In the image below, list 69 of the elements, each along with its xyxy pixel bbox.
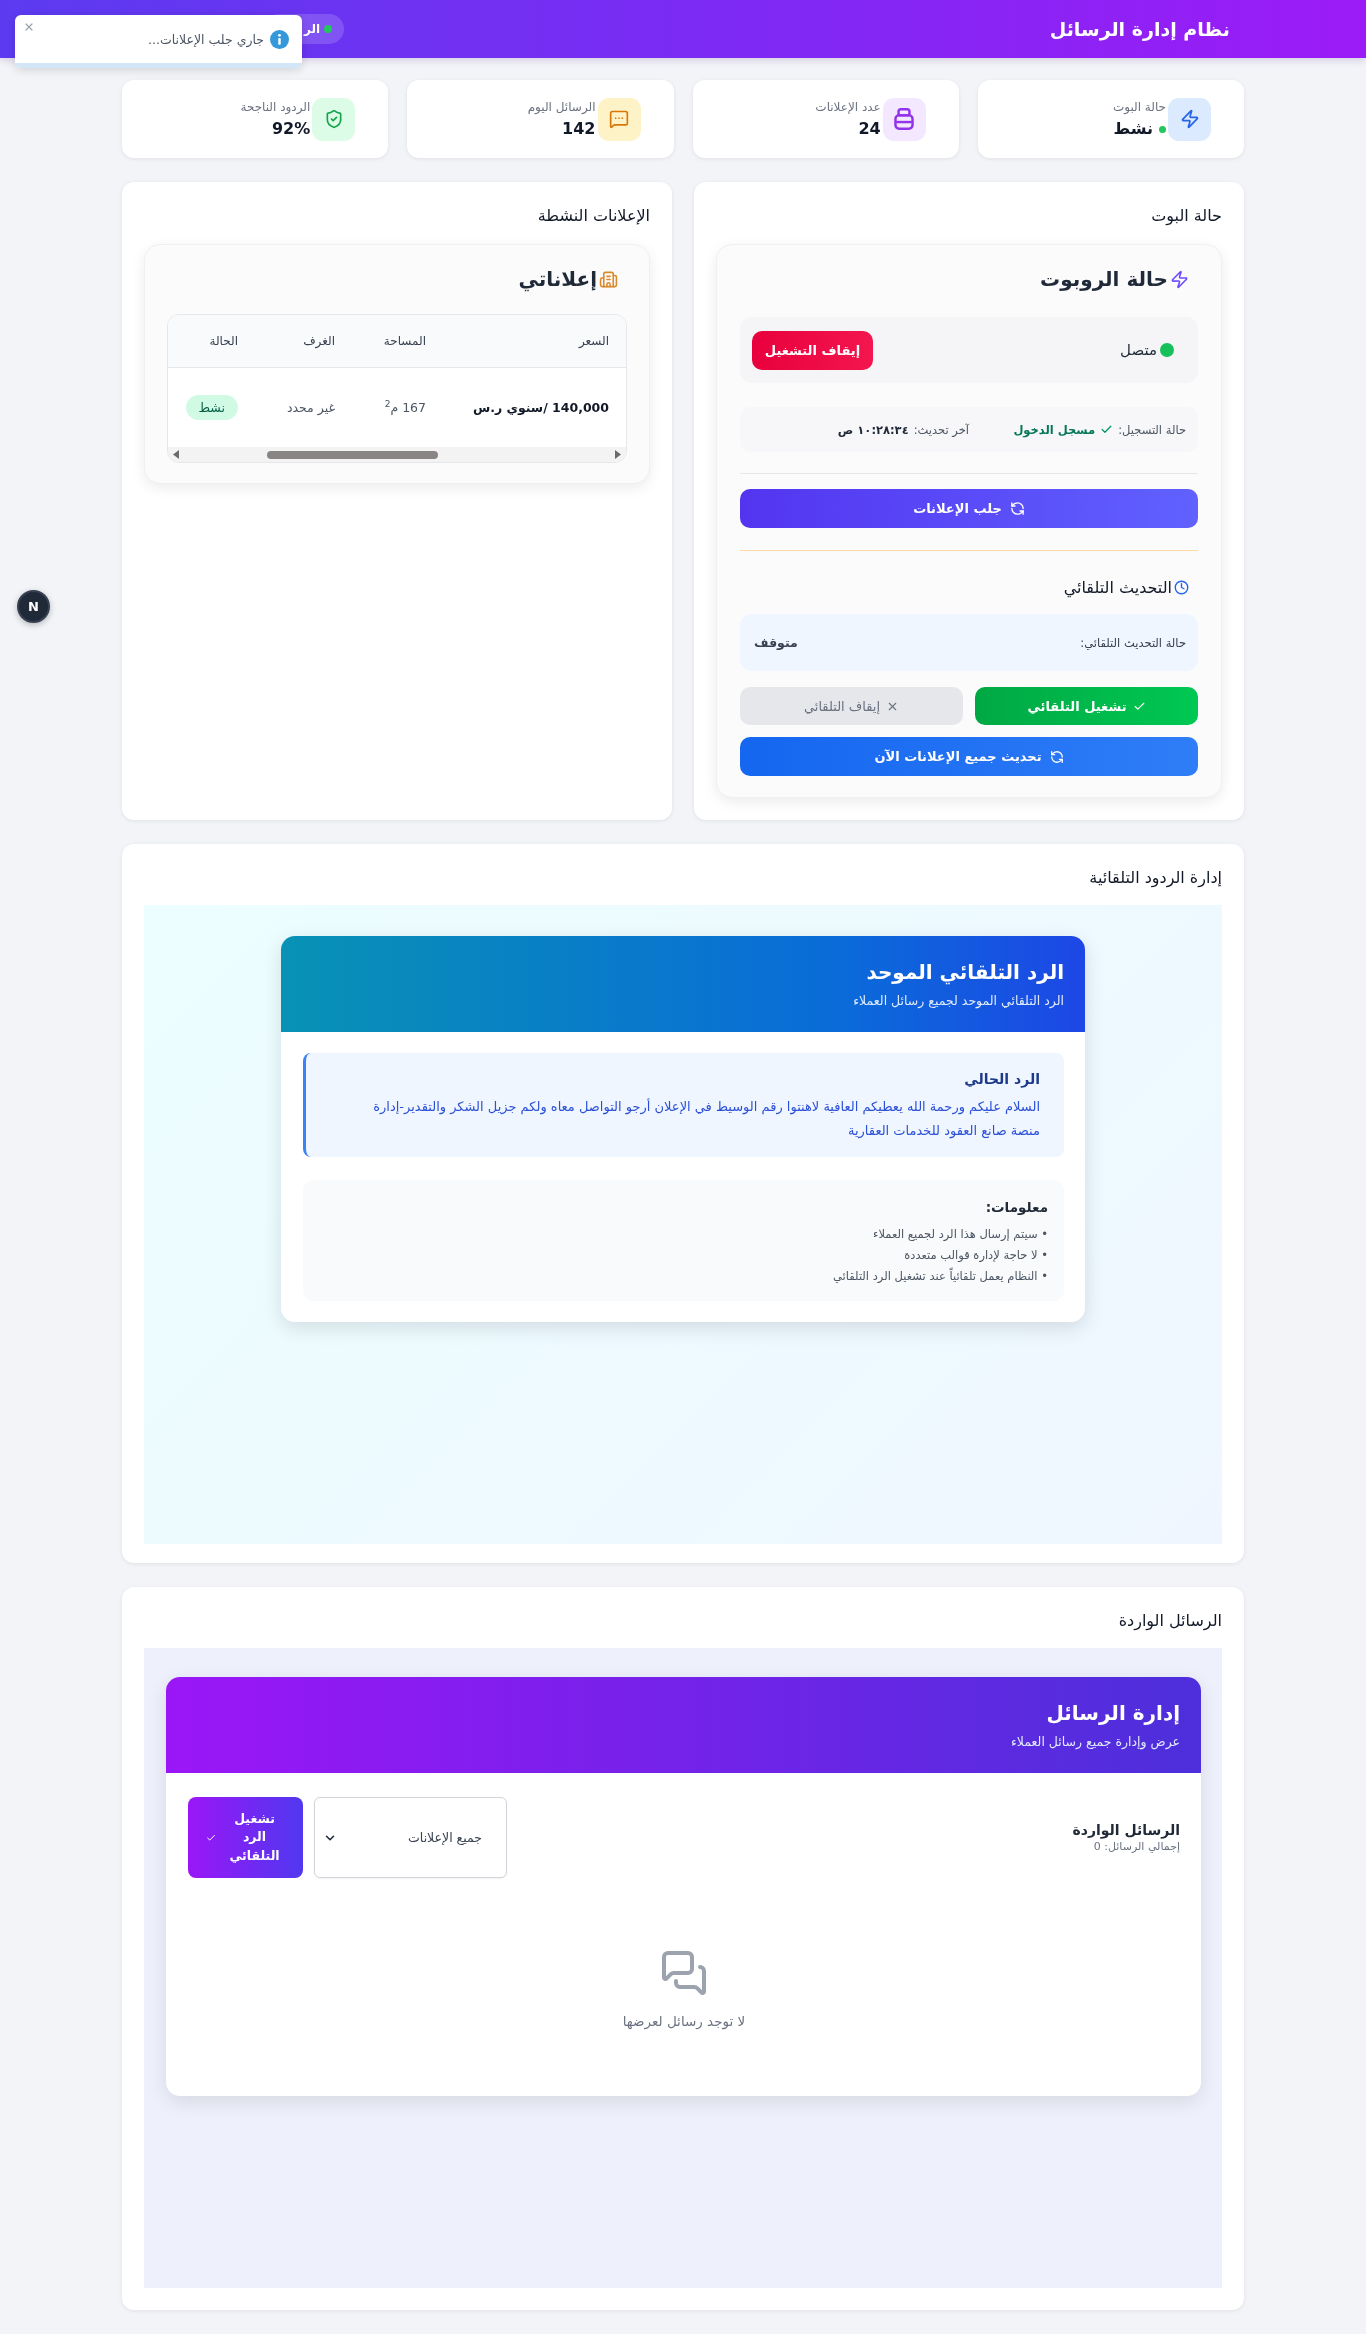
card-header-subtitle: الرد التلقائي الموحد لجميع رسائل العملاء [852, 992, 1064, 1010]
info-item: • لا حاجة لإدارة قوالب متعددة [903, 1247, 1048, 1264]
card-header-subtitle: عرض وإدارة جميع رسائل العملاء [1010, 1733, 1180, 1751]
triangle-left-icon[interactable] [173, 450, 179, 459]
panel-title: الإعلانات النشطة [536, 205, 650, 227]
chat-bubbles-icon [660, 1949, 708, 1997]
panel-title: إدارة الردود التلقائية [1088, 867, 1222, 890]
stat-label: الرسائل اليوم [527, 99, 596, 116]
table-cell: 140,000 /سنوي ر.س [443, 367, 626, 447]
close-icon [23, 21, 35, 33]
stat-label: الردود الناجحة [240, 99, 311, 116]
column-header: الحالة [168, 315, 255, 367]
stat-label: عدد الإعلانات [815, 99, 881, 116]
info-icon [270, 29, 289, 49]
auto-update-status-label: حالة التحديث التلقائي: [1080, 635, 1186, 650]
app-title: نظام إدارة الرسائل [1049, 17, 1230, 42]
stat-value: 142 [562, 118, 596, 140]
fetch-ads-button[interactable]: جلب الإعلانات [740, 489, 1198, 528]
last-update-value: ١٠:٢٨:٣٤ ص [837, 422, 909, 437]
column-header: السعر [443, 315, 626, 367]
auto-reply-button[interactable]: تشغيل الرد التلقائي [188, 1797, 303, 1878]
stacked-box-icon [882, 97, 926, 141]
shield-check-icon [312, 97, 356, 141]
current-reply-text: السلام عليكم ورحمة الله يعطيكم العافية لاهنتوا رقم الوسيط في الإعلان أرجو التواصل معاه ولكم جزيل الشكر والتقدير-إدارة منصة صانع العقود للخدمات العقارية [372, 1097, 1040, 1141]
auto-update-status-value: متوقف [754, 635, 798, 650]
info-item: • سيتم إرسال هذا الرد لجميع العملاء [872, 1226, 1048, 1243]
message-count: إجمالي الرسائل: 0 [1092, 1840, 1180, 1853]
panel-title: حالة البوت [1150, 205, 1222, 228]
stat-label: حالة البوت [1112, 99, 1166, 116]
registration-value: مسجل الدخول [1013, 422, 1096, 437]
close-button[interactable] [23, 21, 35, 33]
lightning-icon [1170, 269, 1189, 289]
empty-state-text: لا توجد رسائل لعرضها [622, 2013, 746, 2029]
toast-message: جاري جلب الإعلانات... [148, 31, 264, 47]
check-icon [205, 1832, 216, 1843]
stat-value: 24 [858, 118, 881, 140]
section-heading: التحديث التلقائي [1063, 577, 1172, 597]
card-title: إعلاناتي [518, 267, 597, 291]
scrollbar-thumb[interactable] [267, 450, 438, 459]
refresh-icon [1049, 749, 1064, 764]
clock-icon [1174, 579, 1189, 595]
stat-value: نشط [1113, 118, 1153, 140]
check-icon [1100, 423, 1114, 436]
card-header-title: الرد التلقائي الموحد [865, 959, 1064, 986]
panel-title: الرسائل الواردة [1117, 1610, 1222, 1633]
stat-value: 92% [271, 118, 311, 140]
card-title: حالة الروبوت [1040, 267, 1168, 291]
stop-button[interactable]: إيقاف التشغيل [752, 330, 873, 370]
column-header: الغرف [255, 315, 352, 367]
info-item: • النظام يعمل تلقائياً عند تشغيل الرد التلقائي [832, 1266, 1048, 1285]
refresh-all-button[interactable]: تحديث جميع الإعلانات الآن [740, 737, 1198, 776]
list-title: الرسائل الواردة [1072, 1822, 1180, 1838]
registration-label: حالة التسجيل: [1118, 422, 1186, 437]
building-icon [599, 269, 618, 289]
status-badge: نشط [185, 394, 238, 420]
card-header-title: إدارة الرسائل [1045, 1700, 1180, 1727]
connection-status-text: متصل [1120, 341, 1157, 359]
triangle-right-icon[interactable] [615, 450, 621, 459]
chat-bubble-icon [597, 97, 641, 141]
table-cell: غير محدد [255, 367, 352, 447]
lightning-icon [1168, 97, 1211, 141]
info-title: معلومات: [984, 1198, 1048, 1217]
ad-filter-dropdown[interactable]: جميع الإعلانات [314, 1797, 507, 1878]
column-header: المساحة [352, 315, 443, 367]
current-reply-title: الرد الحالي [963, 1070, 1040, 1090]
last-update-label: آخر تحديث: [913, 422, 969, 437]
refresh-icon [1009, 501, 1025, 516]
dev-tools-button[interactable]: N [17, 590, 50, 623]
status-text: الر [304, 22, 321, 36]
